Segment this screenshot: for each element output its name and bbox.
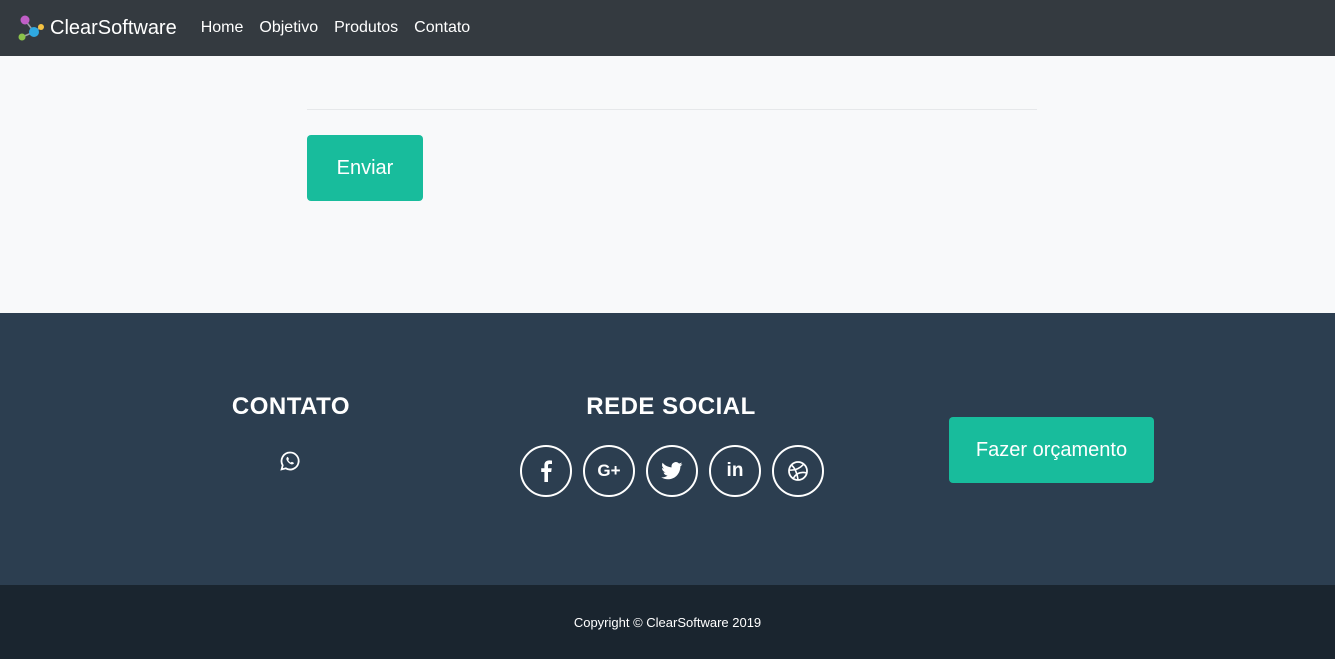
copyright-bar: Copyright © ClearSoftware 2019 [0,585,1335,659]
contact-form-section: Enviar [0,56,1335,313]
social-heading: REDE SOCIAL [586,393,756,420]
send-button[interactable]: Enviar [307,135,423,201]
twitter-icon[interactable] [646,445,698,497]
brand-name: ClearSoftware [50,16,177,39]
whatsapp-icon[interactable] [279,450,301,472]
request-quote-button[interactable]: Fazer orçamento [949,417,1154,483]
copyright-text: Copyright © ClearSoftware 2019 [573,614,762,630]
nav-produtos[interactable]: Produtos [334,19,398,37]
nav-home[interactable]: Home [201,19,244,37]
brand-link[interactable]: ClearSoftware [16,13,177,43]
molecule-logo-icon [16,13,46,43]
social-links: G+ in [520,445,835,497]
linkedin-icon[interactable]: in [709,445,761,497]
form-divider [307,109,1037,110]
nav-contato[interactable]: Contato [414,19,470,37]
footer: CONTATO REDE SOCIAL G+ in Fazer orçament… [0,313,1335,585]
dribbble-icon[interactable] [772,445,824,497]
top-navbar: ClearSoftware Home Objetivo Produtos Con… [0,0,1335,56]
google-plus-icon[interactable]: G+ [583,445,635,497]
contato-heading: CONTATO [231,393,351,420]
nav-objetivo[interactable]: Objetivo [259,19,318,37]
facebook-icon[interactable] [520,445,572,497]
